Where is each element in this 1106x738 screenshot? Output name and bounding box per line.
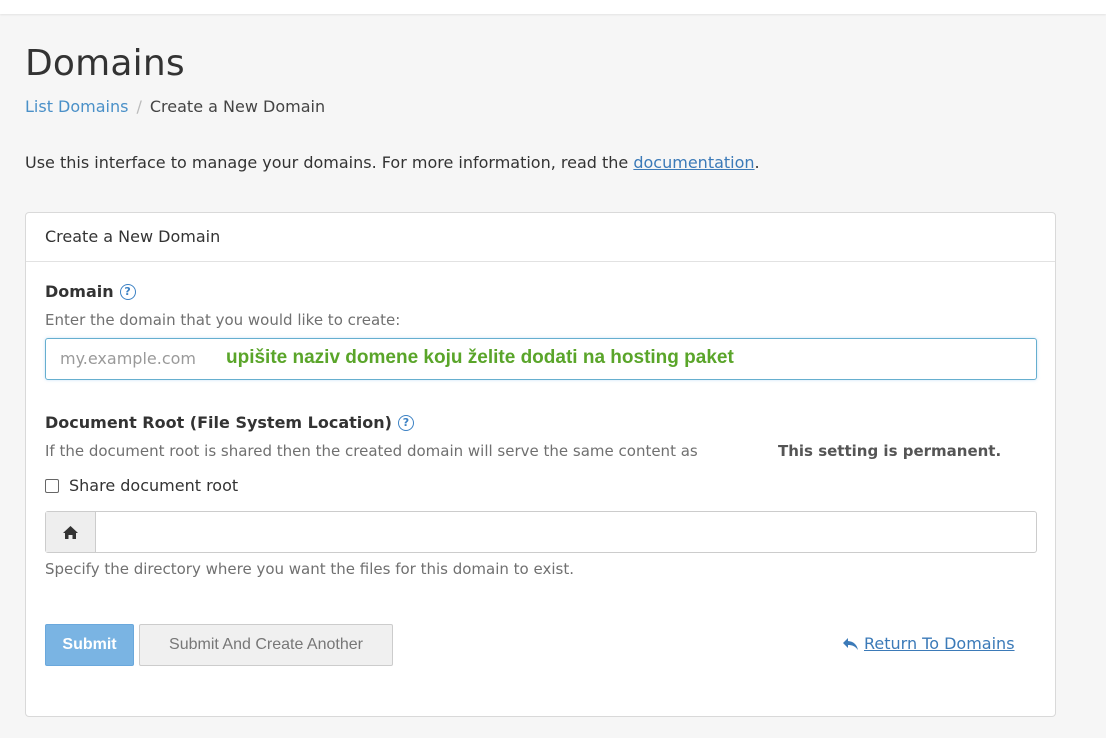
intro-text: Use this interface to manage your domain…	[25, 153, 760, 172]
intro-lead: Use this interface to manage your domain…	[25, 153, 634, 172]
page-title: Domains	[25, 43, 185, 84]
return-label: Return To Domains	[864, 634, 1015, 653]
home-icon	[46, 512, 96, 552]
breadcrumb: List Domains / Create a New Domain	[25, 97, 325, 116]
submit-and-create-another-button[interactable]: Submit And Create Another	[139, 624, 393, 666]
docroot-specify-hint: Specify the directory where you want the…	[45, 560, 574, 578]
docroot-label-row: Document Root (File System Location) ?	[45, 413, 414, 432]
breadcrumb-separator: /	[136, 97, 142, 116]
docroot-hint: If the document root is shared then the …	[45, 442, 698, 460]
annotation-text: upišite naziv domene koju želite dodati …	[226, 347, 734, 368]
domain-hint: Enter the domain that you would like to …	[45, 311, 401, 329]
share-docroot-row[interactable]: Share document root	[45, 476, 238, 495]
intro-suffix: .	[754, 153, 760, 172]
documentation-link[interactable]: documentation	[633, 153, 754, 172]
submit-button[interactable]: Submit	[45, 624, 134, 666]
question-circle-icon[interactable]: ?	[397, 414, 414, 431]
permanent-notice: This setting is permanent.	[778, 442, 1002, 460]
domain-label: Domain	[45, 282, 114, 301]
breadcrumb-current: Create a New Domain	[149, 97, 326, 116]
breadcrumb-list-domains[interactable]: List Domains	[25, 97, 128, 116]
reply-arrow-icon	[842, 637, 859, 651]
domain-label-row: Domain ?	[45, 282, 136, 301]
docroot-input[interactable]	[96, 512, 1036, 552]
share-docroot-checkbox[interactable]	[45, 478, 59, 493]
docroot-field[interactable]	[45, 511, 1037, 553]
domain-field[interactable]: upišite naziv domene koju želite dodati …	[45, 338, 1037, 380]
panel-heading: Create a New Domain	[26, 213, 1055, 262]
docroot-label: Document Root (File System Location)	[45, 413, 392, 432]
return-to-domains-link[interactable]: Return To Domains	[842, 634, 1015, 653]
domain-input[interactable]	[60, 349, 220, 368]
question-circle-icon[interactable]: ?	[119, 283, 136, 300]
create-domain-panel: Create a New Domain Domain ? Enter the d…	[25, 212, 1056, 717]
share-docroot-label: Share document root	[69, 476, 239, 495]
top-bar	[0, 0, 1106, 14]
